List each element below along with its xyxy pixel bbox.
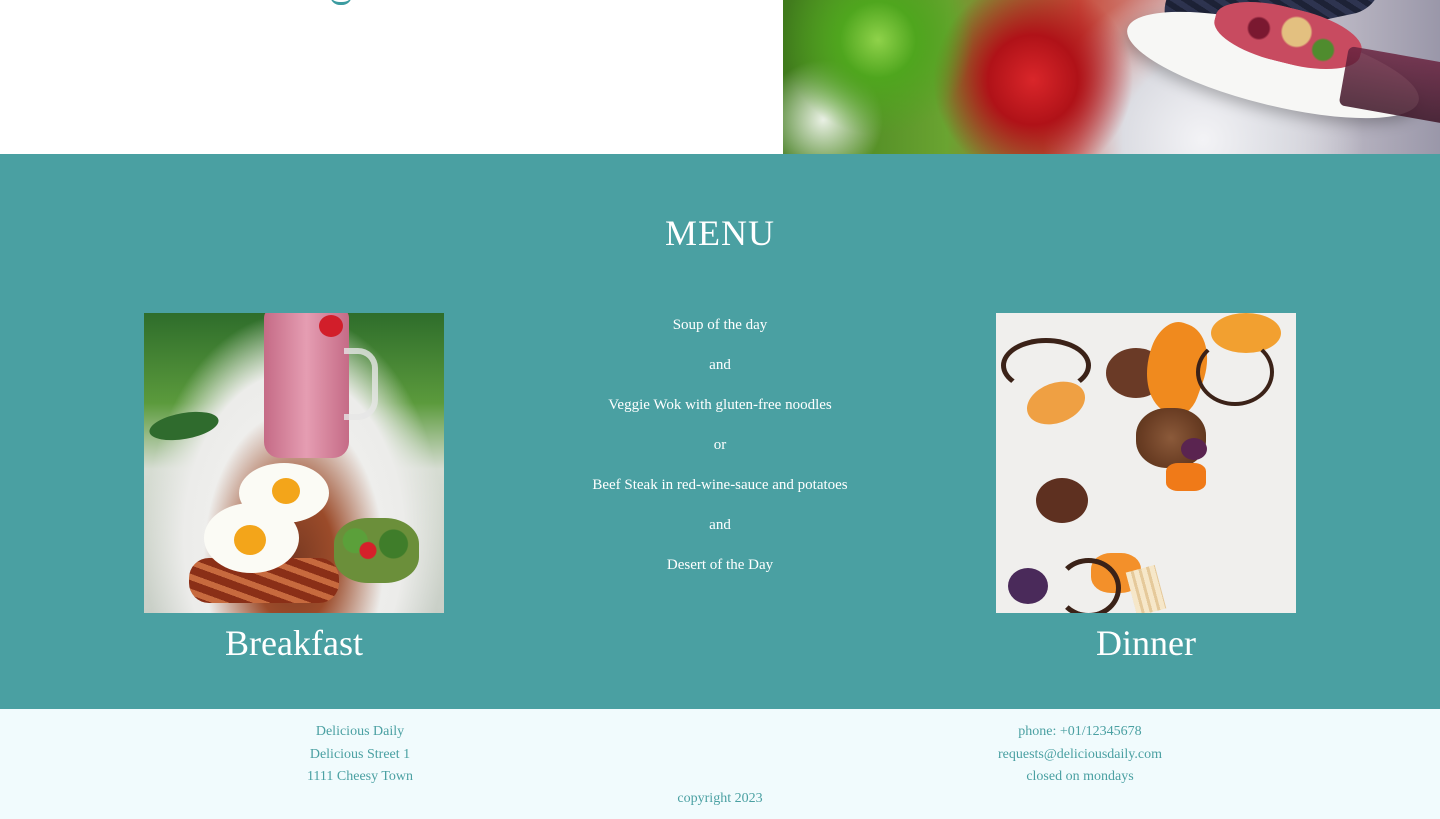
menu-title: MENU [665, 213, 775, 253]
breakfast-image [144, 313, 444, 613]
menu-connector: and [709, 357, 731, 373]
business-name: Delicious Daily [315, 724, 405, 739]
salad [334, 518, 419, 583]
pastry-stick [1125, 564, 1167, 613]
leaf [147, 407, 221, 445]
yolk [272, 478, 300, 504]
footer-contact: phone: +01/12345678 requests@deliciousda… [900, 721, 1260, 789]
hero-section [0, 0, 1440, 154]
hero-text-fragment [330, 0, 352, 5]
street-address: Delicious Street 1 [309, 746, 411, 762]
strawberry [319, 315, 343, 337]
jar-handle [344, 348, 378, 420]
hero-text-area [0, 0, 783, 154]
menu-section: MENU Breakfast Soup of the day and Veggi… [0, 154, 1440, 709]
menu-item: Desert of the Day [666, 557, 774, 573]
flower [1181, 438, 1207, 460]
sauce-dot [1036, 478, 1088, 523]
chocolate-curl [1056, 558, 1121, 613]
hero-image [783, 0, 1440, 154]
menu-list: Soup of the day and Veggie Wok with glut… [520, 313, 920, 585]
copyright: copyright 2023 [677, 791, 763, 806]
opening-hours: closed on mondays [1026, 769, 1134, 784]
footer: Delicious Daily Delicious Street 1 1111 … [0, 709, 1440, 819]
chocolate-curl [1196, 338, 1274, 406]
menu-item: Soup of the day [672, 317, 768, 333]
menu-connector: or [713, 437, 727, 453]
yolk [234, 525, 266, 555]
footer-address: Delicious Daily Delicious Street 1 1111 … [180, 721, 540, 789]
phone-number: phone: +01/12345678 [1018, 724, 1142, 739]
town-address: 1111 Cheesy Town [306, 769, 414, 784]
dinner-image [996, 313, 1296, 613]
dinner-label: Dinner [1096, 623, 1196, 663]
flower [1008, 568, 1048, 604]
breakfast-label: Breakfast [225, 623, 363, 663]
orange-garnish [1166, 463, 1206, 491]
menu-item: Beef Steak in red-wine-sauce and potatoe… [592, 477, 848, 493]
email-address: requests@deliciousdaily.com [997, 746, 1162, 762]
menu-connector: and [709, 517, 731, 533]
menu-item: Veggie Wok with gluten-free noodles [608, 397, 832, 413]
